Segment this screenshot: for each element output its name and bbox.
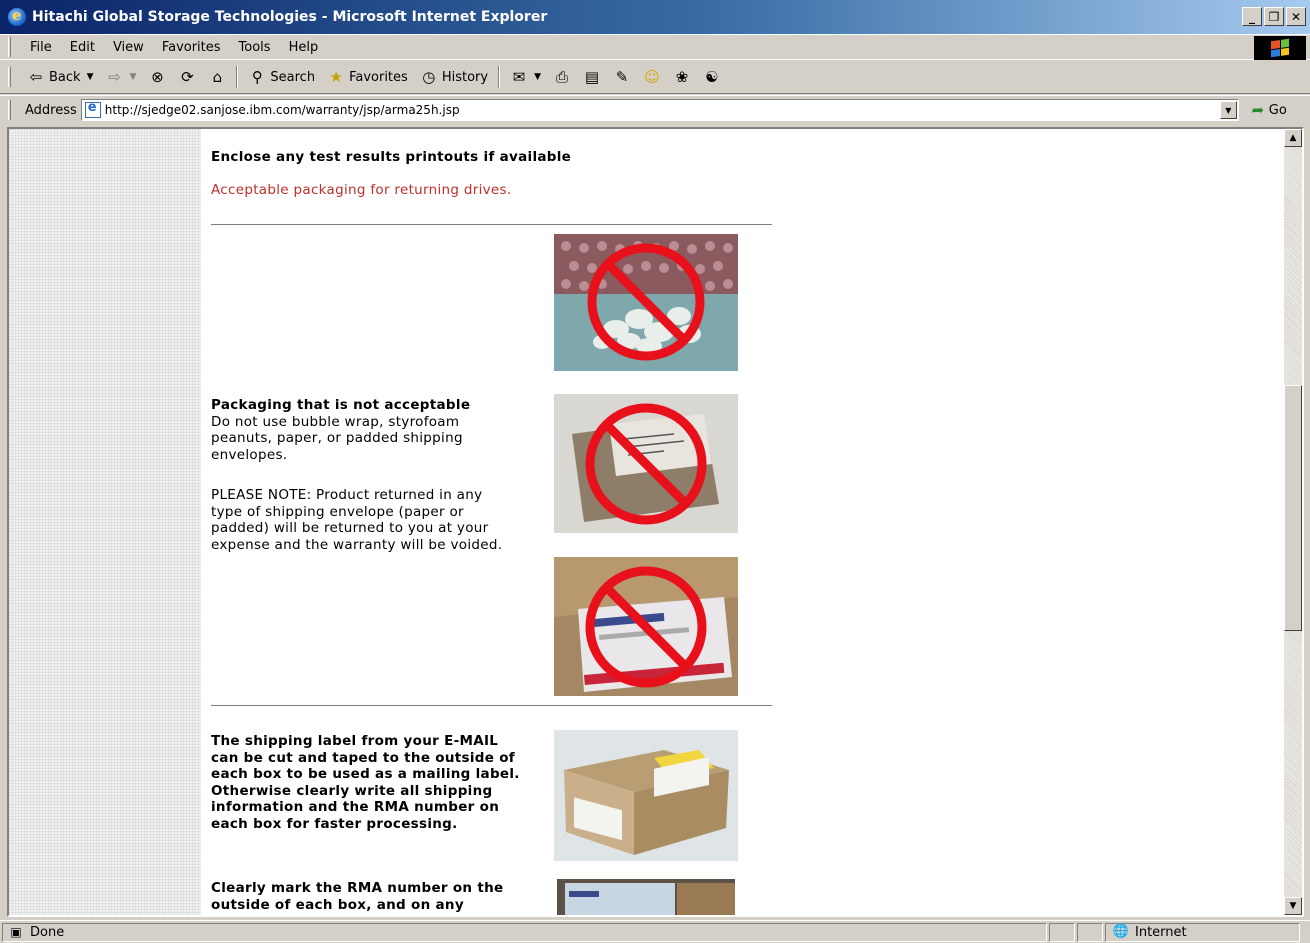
discuss-button[interactable]: ✎ [607, 64, 637, 90]
history-icon: ◷ [422, 68, 436, 86]
paper-envelope-photo [554, 557, 738, 696]
not-acceptable-body: Do not use bubble wrap, styrofoam peanut… [211, 413, 463, 463]
forward-arrow-icon: ⇨ [108, 68, 121, 86]
print-button[interactable]: ⎙ [547, 64, 577, 90]
home-button[interactable]: ⌂ [202, 64, 232, 90]
page-heading: Enclose any test results printouts if av… [211, 149, 572, 165]
menu-favorites[interactable]: Favorites [153, 40, 230, 55]
go-button[interactable]: ➦ Go [1249, 101, 1287, 119]
scroll-up-button[interactable]: ▲ [1284, 129, 1302, 147]
stop-icon: ⊗ [151, 68, 164, 86]
menu-view[interactable]: View [104, 40, 153, 55]
mail-button[interactable]: ✉ ▼ [504, 64, 547, 90]
browser-window: Hitachi Global Storage Technologies - Mi… [0, 0, 1310, 943]
page-icon [84, 100, 101, 118]
scroll-thumb[interactable] [1284, 385, 1302, 631]
forward-button[interactable]: ⇨ ▼ [99, 64, 142, 90]
shipping-box-photo [554, 730, 738, 861]
menu-bar: File Edit View Favorites Tools Help [0, 34, 1310, 60]
close-button[interactable]: ✕ [1286, 7, 1306, 26]
status-text: Done [30, 924, 65, 940]
search-icon: ⚲ [251, 68, 263, 86]
status-main: ▣ Done [2, 922, 1047, 942]
user-icon: ☯ [705, 68, 719, 86]
forward-dropdown-icon[interactable]: ▼ [129, 72, 136, 82]
windows-logo [1254, 36, 1306, 60]
not-acceptable-text: Packaging that is not acceptable Do not … [211, 397, 511, 463]
research-button[interactable]: ❀ [667, 64, 697, 90]
standard-toolbar: ⇦ Back ▼ ⇨ ▼ ⊗ ⟳ ⌂ ⚲ Search ★ Favorites … [0, 61, 1310, 94]
refresh-button[interactable]: ⟳ [172, 64, 202, 90]
menu-edit[interactable]: Edit [61, 40, 104, 55]
messenger-button[interactable]: ☺ [637, 64, 667, 90]
menu-grip [8, 37, 11, 57]
history-button[interactable]: ◷ History [414, 64, 494, 90]
status-panel [1077, 922, 1103, 942]
back-dropdown-icon[interactable]: ▼ [87, 72, 94, 82]
toolbar-grip [8, 67, 11, 87]
history-label: History [441, 69, 489, 85]
scroll-down-button[interactable]: ▼ [1284, 897, 1302, 915]
search-label: Search [270, 69, 316, 85]
divider [211, 224, 772, 225]
status-bar: ▣ Done 🌐 Internet [0, 920, 1310, 943]
acceptable-packaging-link[interactable]: Acceptable packaging for returning drive… [211, 182, 511, 198]
address-bar: Address ▼ ➦ Go [0, 95, 1310, 124]
rma-box-photo [557, 879, 735, 915]
toolbar-separator [236, 66, 239, 88]
bubble-wrap-photo [554, 234, 738, 371]
status-panel [1049, 922, 1075, 942]
menu-help[interactable]: Help [280, 40, 328, 55]
minimize-button[interactable]: _ [1242, 7, 1262, 26]
stop-button[interactable]: ⊗ [142, 64, 172, 90]
zone-panel: 🌐 Internet [1105, 922, 1300, 942]
favorites-button[interactable]: ★ Favorites [321, 64, 414, 90]
menu-tools[interactable]: Tools [230, 40, 280, 55]
not-acceptable-title: Packaging that is not acceptable [211, 397, 471, 413]
address-label: Address [25, 102, 77, 118]
favorites-label: Favorites [349, 69, 408, 85]
menu-file[interactable]: File [21, 40, 61, 55]
back-button[interactable]: ⇦ Back ▼ [21, 64, 99, 90]
address-input[interactable] [104, 103, 1205, 117]
messenger-icon: ☺ [644, 68, 660, 86]
restore-button[interactable]: ❐ [1264, 7, 1284, 26]
address-field[interactable]: ▼ [80, 99, 1239, 121]
divider [211, 705, 772, 706]
search-button[interactable]: ⚲ Search [242, 64, 321, 90]
go-label: Go [1268, 102, 1287, 118]
rma-mark-text: Clearly mark the RMA number on the outsi… [211, 880, 504, 913]
vertical-scrollbar[interactable]: ▲ ▼ [1284, 129, 1302, 915]
refresh-icon: ⟳ [181, 68, 194, 86]
printer-icon: ⎙ [555, 68, 568, 86]
user-button[interactable]: ☯ [697, 64, 727, 90]
title-bar: Hitachi Global Storage Technologies - Mi… [0, 0, 1310, 34]
address-dropdown-icon[interactable]: ▼ [1219, 101, 1237, 119]
discuss-icon: ✎ [615, 68, 629, 86]
mail-icon: ✉ [512, 68, 526, 86]
globe-icon: 🌐 [1112, 924, 1130, 939]
back-label: Back [49, 69, 81, 85]
research-icon: ❀ [675, 68, 689, 86]
toolbar-separator [498, 66, 501, 88]
shipping-label-text: The shipping label from your E-MAIL can … [211, 733, 520, 832]
go-arrow-icon: ➦ [1251, 101, 1265, 119]
address-grip [8, 100, 11, 120]
window-title: Hitachi Global Storage Technologies - Mi… [32, 9, 548, 25]
zone-text: Internet [1135, 924, 1187, 940]
mail-dropdown-icon[interactable]: ▼ [534, 72, 541, 82]
please-note-text: PLEASE NOTE: Product returned in any typ… [211, 487, 503, 553]
page-viewport: Enclose any test results printouts if av… [7, 127, 1304, 917]
windows-flag-icon [1271, 38, 1289, 58]
page-done-icon: ▣ [10, 925, 22, 939]
ie-icon [8, 6, 26, 26]
edit-page-icon: ▤ [584, 68, 600, 86]
home-icon: ⌂ [212, 68, 223, 86]
edit-button[interactable]: ▤ [577, 64, 607, 90]
back-arrow-icon: ⇦ [29, 68, 43, 86]
envelope-photo [554, 394, 738, 533]
left-column-pattern [9, 129, 201, 915]
favorites-icon: ★ [329, 68, 343, 86]
window-controls: _ ❐ ✕ [1242, 7, 1306, 26]
